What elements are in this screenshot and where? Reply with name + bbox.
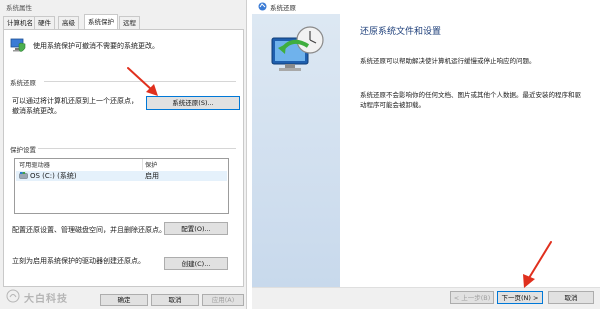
system-restore-icon bbox=[258, 2, 267, 11]
watermark-logo-icon bbox=[6, 289, 20, 303]
wizard-paragraph-2: 系统还原不会影响你的任何文档、图片或其他个人数据。最近安装的程序和驱动程序可能会… bbox=[360, 91, 581, 109]
annotation-arrow bbox=[124, 66, 164, 100]
column-divider bbox=[142, 159, 143, 170]
annotation-arrow bbox=[515, 240, 555, 292]
drive-name: OS (C:) (系统) bbox=[30, 172, 77, 180]
apply-button[interactable]: 应用(A) bbox=[202, 294, 244, 306]
tab-system-protection[interactable]: 系统保护 bbox=[84, 14, 118, 30]
tab-computer-name[interactable]: 计算机名 bbox=[3, 16, 37, 30]
column-header-drive[interactable]: 可用驱动器 bbox=[19, 160, 50, 169]
back-button[interactable]: < 上一步(B) bbox=[450, 291, 494, 304]
system-restore-section-label: 系统还原 bbox=[10, 79, 36, 87]
protection-settings-section-label: 保护设置 bbox=[10, 146, 36, 154]
cancel-button[interactable]: 取消 bbox=[151, 294, 199, 306]
divider bbox=[38, 148, 236, 149]
create-description: 立刻为启用系统保护的驱动器创建还原点。 bbox=[12, 257, 145, 265]
watermark-text: 大白科技 bbox=[24, 294, 68, 305]
system-protection-icon bbox=[10, 38, 26, 52]
configure-button[interactable]: 配置(O)... bbox=[164, 222, 228, 235]
wizard-title: 系统还原 bbox=[270, 4, 296, 12]
protection-status: 启用 bbox=[145, 172, 159, 180]
wizard-cancel-button[interactable]: 取消 bbox=[548, 291, 594, 304]
system-restore-description: 可以通过将计算机还原到上一个还原点，撤消系统更改。 bbox=[12, 97, 138, 115]
create-button[interactable]: 创建(C)... bbox=[164, 257, 228, 270]
wizard-heading: 还原系统文件和设置 bbox=[360, 27, 442, 37]
ok-button[interactable]: 确定 bbox=[100, 294, 148, 306]
protection-table[interactable]: 可用驱动器 保护 OS (C:) (系统) 启用 bbox=[14, 158, 229, 214]
configure-description: 配置还原设置、管理磁盘空间，并且删除还原点。 bbox=[12, 226, 166, 234]
table-row[interactable]: OS (C:) (系统) 启用 bbox=[16, 171, 227, 181]
window-title: 系统属性 bbox=[6, 4, 32, 12]
next-button[interactable]: 下一页(N) > bbox=[497, 291, 543, 304]
drive-icon bbox=[19, 172, 28, 179]
tab-hardware[interactable]: 硬件 bbox=[34, 16, 55, 30]
restore-computer-icon bbox=[268, 24, 328, 74]
intro-text: 使用系统保护可撤消不需要的系统更改。 bbox=[33, 42, 159, 50]
tab-advanced[interactable]: 高级 bbox=[58, 16, 79, 30]
wizard-paragraph-1: 系统还原可以帮助解决使计算机运行缓慢或停止响应的问题。 bbox=[360, 57, 536, 65]
column-header-protection[interactable]: 保护 bbox=[145, 160, 157, 169]
tab-remote[interactable]: 远程 bbox=[119, 16, 140, 30]
